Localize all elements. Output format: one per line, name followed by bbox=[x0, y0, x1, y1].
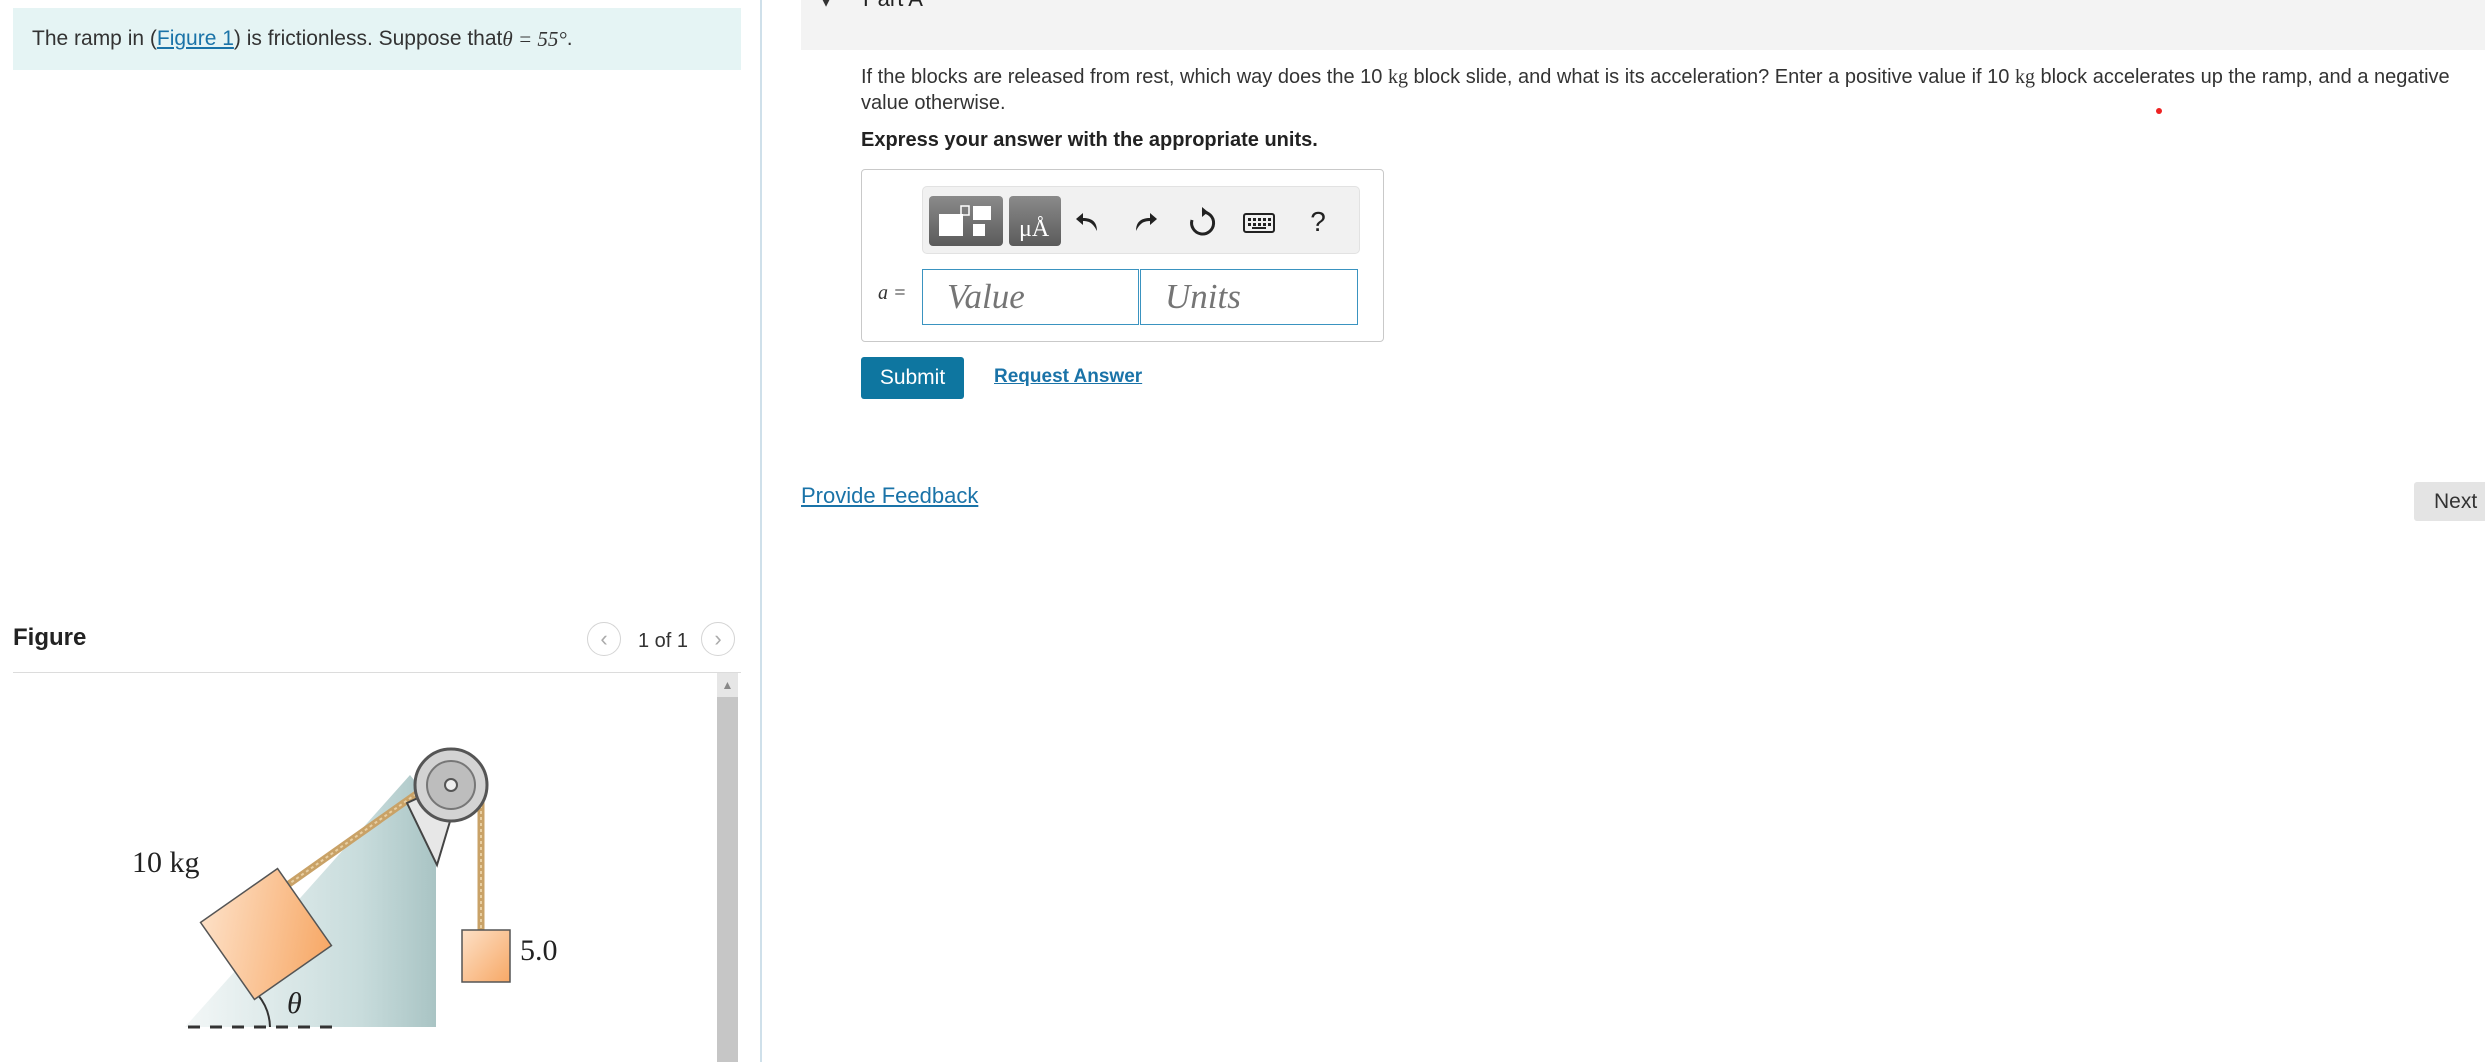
caret-down-icon[interactable]: ▾ bbox=[821, 0, 831, 13]
reset-icon bbox=[1190, 207, 1216, 236]
problem-text-end: . bbox=[566, 27, 573, 50]
next-button[interactable]: Next bbox=[2414, 482, 2485, 521]
redo-button[interactable] bbox=[1128, 205, 1162, 239]
answer-box: μÅ ? a = bbox=[861, 169, 1384, 342]
units-tool-button[interactable]: μÅ bbox=[1009, 196, 1061, 246]
provide-feedback-link[interactable]: Provide Feedback bbox=[801, 483, 978, 509]
unit-kg-2: kg bbox=[2014, 66, 2035, 88]
theta-expression: θ = 55° bbox=[502, 26, 567, 51]
block-5kg-label: 5.0 kg bbox=[520, 934, 560, 967]
block-10kg-label: 10 kg bbox=[132, 846, 200, 879]
figure-counter: 1 of 1 bbox=[638, 630, 689, 652]
submit-button[interactable]: Submit bbox=[861, 357, 964, 399]
chevron-left-icon: ‹ bbox=[600, 626, 608, 651]
block-5kg bbox=[461, 929, 511, 983]
problem-text-mid: ) is frictionless. Suppose that bbox=[233, 27, 503, 50]
templates-icon bbox=[939, 205, 991, 236]
math-toolbar: μÅ ? bbox=[922, 186, 1360, 254]
variable-label: a = bbox=[878, 282, 907, 304]
help-button[interactable]: ? bbox=[1301, 205, 1335, 239]
problem-pane: The ramp in (Figure 1) is frictionless. … bbox=[0, 0, 760, 1062]
redo-icon bbox=[1136, 213, 1157, 231]
scroll-up-arrow-icon[interactable]: ▲ bbox=[717, 673, 738, 697]
part-a-header[interactable]: ▾ Part A bbox=[801, 0, 2485, 50]
question-part-1: If the blocks are released from rest, wh… bbox=[861, 66, 1388, 88]
units-input[interactable] bbox=[1140, 269, 1358, 325]
figure-1-link[interactable]: Figure 1 bbox=[157, 27, 234, 51]
angle-label: θ bbox=[287, 987, 302, 1020]
keyboard-icon bbox=[1243, 213, 1275, 233]
part-title: Part A bbox=[863, 0, 923, 12]
red-dot-marker bbox=[2156, 108, 2162, 114]
figure-header: Figure ‹ 1 of 1 › bbox=[13, 618, 741, 673]
value-input[interactable] bbox=[922, 269, 1139, 325]
request-answer-link[interactable]: Request Answer bbox=[994, 366, 1142, 388]
question-part-2: block slide, and what is its acceleratio… bbox=[1407, 66, 2015, 88]
figure-next-button[interactable]: › bbox=[701, 622, 735, 656]
units-tool-icon: μÅ bbox=[1019, 216, 1050, 242]
figure-title: Figure bbox=[13, 624, 87, 651]
figure-prev-button[interactable]: ‹ bbox=[587, 622, 621, 656]
problem-text-before: The ramp in ( bbox=[32, 27, 157, 50]
ramp bbox=[185, 775, 436, 1027]
question-text: If the blocks are released from rest, wh… bbox=[861, 64, 2481, 116]
reset-button[interactable] bbox=[1185, 205, 1219, 239]
problem-statement: The ramp in (Figure 1) is frictionless. … bbox=[13, 8, 741, 70]
chevron-right-icon: › bbox=[714, 626, 722, 651]
undo-button[interactable] bbox=[1071, 205, 1105, 239]
keyboard-button[interactable] bbox=[1242, 205, 1276, 239]
figure-scrollbar[interactable] bbox=[717, 673, 738, 1062]
unit-kg-1: kg bbox=[1387, 66, 1408, 88]
pane-divider[interactable] bbox=[760, 0, 762, 1062]
ramp-pulley-figure: θ 10 kg 5.0 kg bbox=[132, 747, 560, 1029]
undo-icon bbox=[1076, 213, 1097, 231]
templates-button[interactable] bbox=[929, 196, 1003, 246]
answer-instruction: Express your answer with the appropriate… bbox=[861, 129, 1318, 151]
